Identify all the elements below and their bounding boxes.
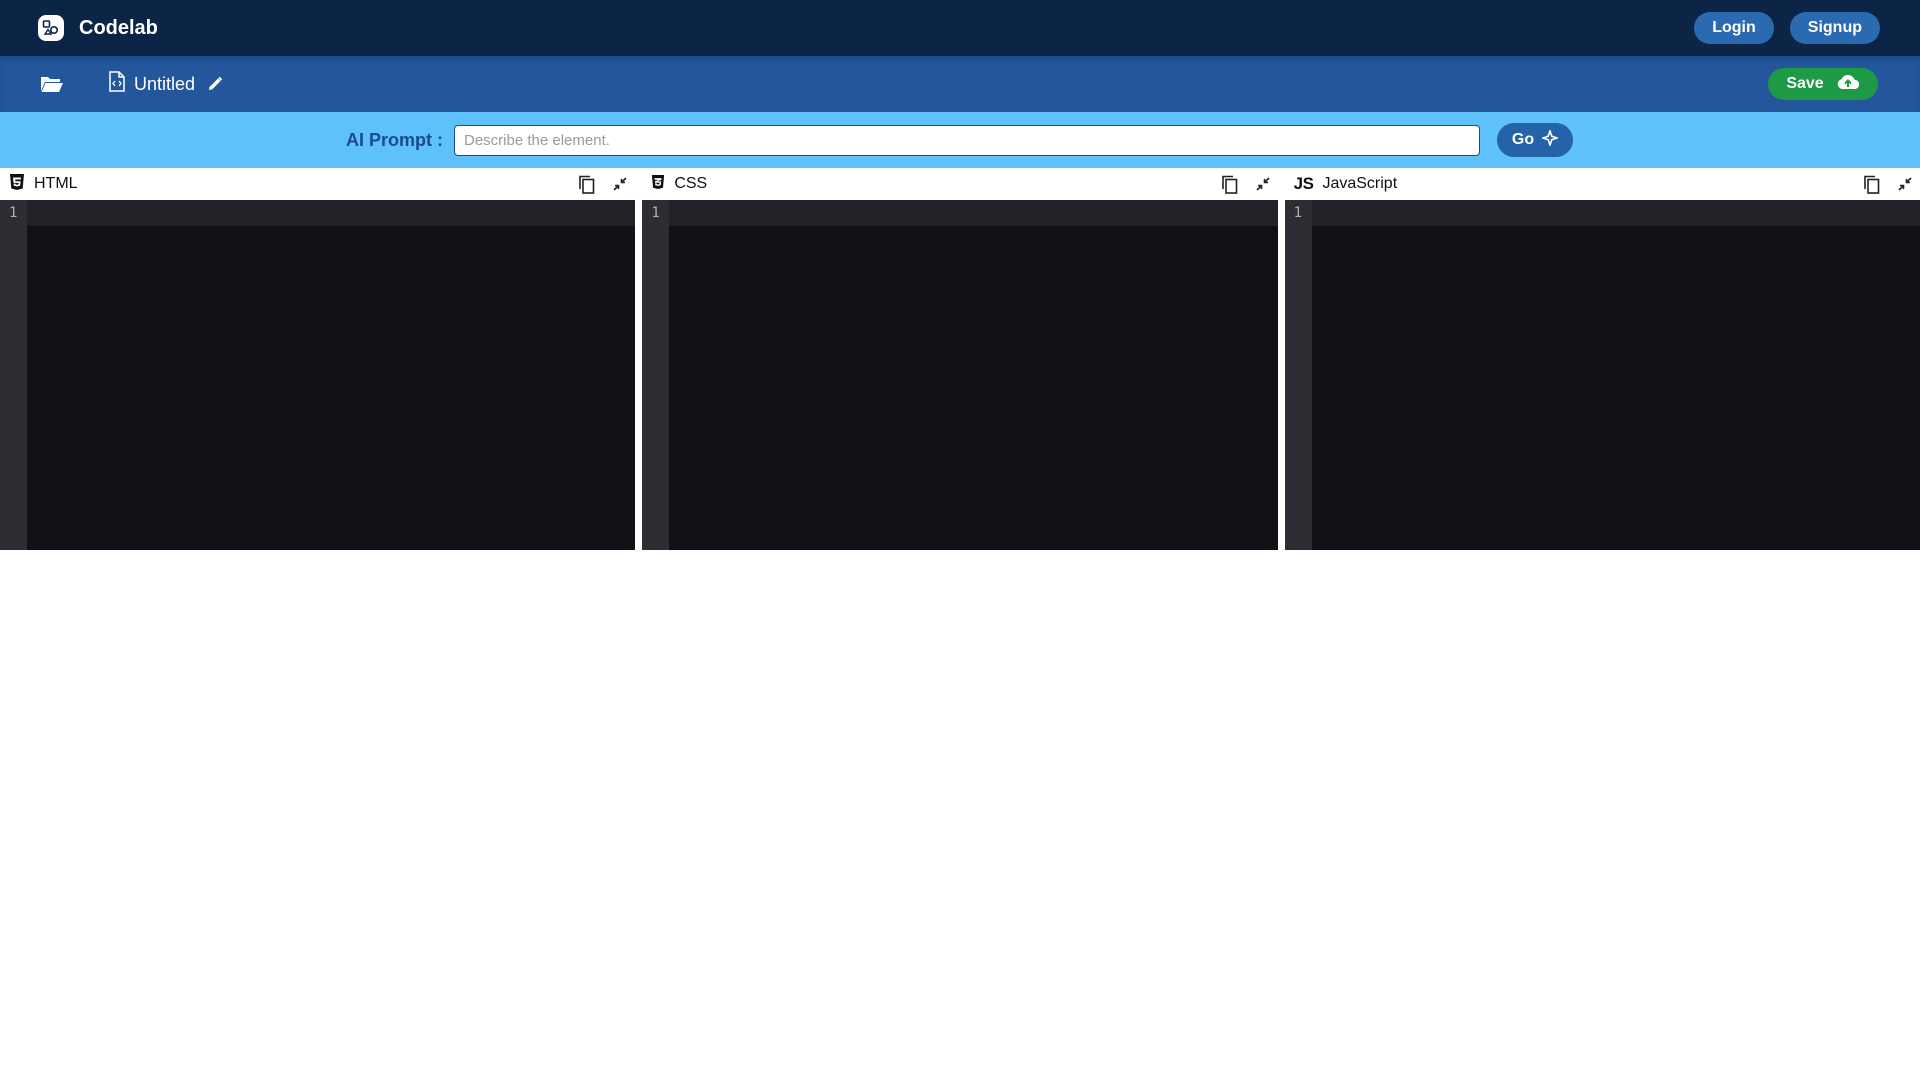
brand[interactable]: Codelab <box>38 15 158 41</box>
copy-icon[interactable] <box>1221 175 1238 194</box>
editor-header: CSS <box>642 168 1278 200</box>
code-area[interactable] <box>1311 200 1920 550</box>
copy-icon[interactable] <box>1863 175 1880 194</box>
active-line <box>669 200 1278 226</box>
code-editor[interactable]: 1 <box>0 200 636 550</box>
go-button[interactable]: Go <box>1497 123 1573 157</box>
open-folder-icon[interactable] <box>40 72 64 96</box>
ai-prompt-bar: AI Prompt : Go <box>0 112 1920 168</box>
editor-title: CSS <box>651 174 707 195</box>
go-label: Go <box>1511 131 1535 148</box>
line-number: 1 <box>651 205 660 221</box>
editor-header: HTML <box>0 168 636 200</box>
copy-icon[interactable] <box>578 175 595 194</box>
css3-icon <box>651 174 665 195</box>
logo-icon <box>38 15 64 41</box>
editor-actions <box>578 175 627 194</box>
cloud-upload-icon <box>1836 73 1860 96</box>
minimize-icon[interactable] <box>613 177 627 191</box>
app-name: Codelab <box>79 16 158 39</box>
active-line <box>27 200 636 226</box>
edit-pencil-icon[interactable] <box>207 76 223 92</box>
editor-panels: HTML 1 CSS 1 JS JavaScript 1 <box>0 168 1920 550</box>
save-label: Save <box>1786 75 1824 92</box>
file-info: Untitled <box>108 71 223 97</box>
js-editor-panel: JS JavaScript 1 <box>1284 168 1920 550</box>
editor-lang-label: CSS <box>674 175 708 192</box>
js-icon: JS <box>1293 174 1314 193</box>
editor-lang-label: HTML <box>34 175 78 192</box>
editor-title: HTML <box>9 173 78 196</box>
active-line <box>1311 200 1920 226</box>
save-button[interactable]: Save <box>1768 68 1878 100</box>
line-number: 1 <box>1293 205 1303 221</box>
line-gutter: 1 <box>0 200 27 550</box>
ai-prompt-input[interactable] <box>454 124 1480 156</box>
code-editor[interactable]: 1 <box>1284 200 1920 550</box>
line-gutter: 1 <box>1284 200 1312 550</box>
file-name[interactable]: Untitled <box>134 74 195 95</box>
code-area[interactable] <box>27 200 636 550</box>
minimize-icon[interactable] <box>1898 177 1912 191</box>
editor-actions <box>1221 175 1270 194</box>
login-button[interactable]: Login <box>1694 12 1774 44</box>
editor-lang-label: JavaScript <box>1322 175 1398 192</box>
editor-header: JS JavaScript <box>1284 168 1920 200</box>
signup-button[interactable]: Signup <box>1789 12 1880 44</box>
top-navbar: Codelab Login Signup <box>0 0 1920 56</box>
css-editor-panel: CSS 1 <box>642 168 1278 550</box>
html-editor-panel: HTML 1 <box>0 168 636 550</box>
html5-icon <box>9 173 25 196</box>
file-toolbar: Untitled Save <box>0 56 1920 112</box>
auth-buttons: Login Signup <box>1694 12 1880 44</box>
ai-prompt-label: AI Prompt : <box>346 129 443 150</box>
code-file-icon <box>108 71 126 97</box>
line-gutter: 1 <box>642 200 670 550</box>
minimize-icon[interactable] <box>1256 177 1270 191</box>
editor-actions <box>1863 175 1912 194</box>
editor-title: JS JavaScript <box>1294 174 1398 194</box>
code-area[interactable] <box>669 200 1278 550</box>
line-number: 1 <box>9 205 18 221</box>
code-editor[interactable]: 1 <box>642 200 1278 550</box>
sparkle-icon <box>1540 128 1560 151</box>
